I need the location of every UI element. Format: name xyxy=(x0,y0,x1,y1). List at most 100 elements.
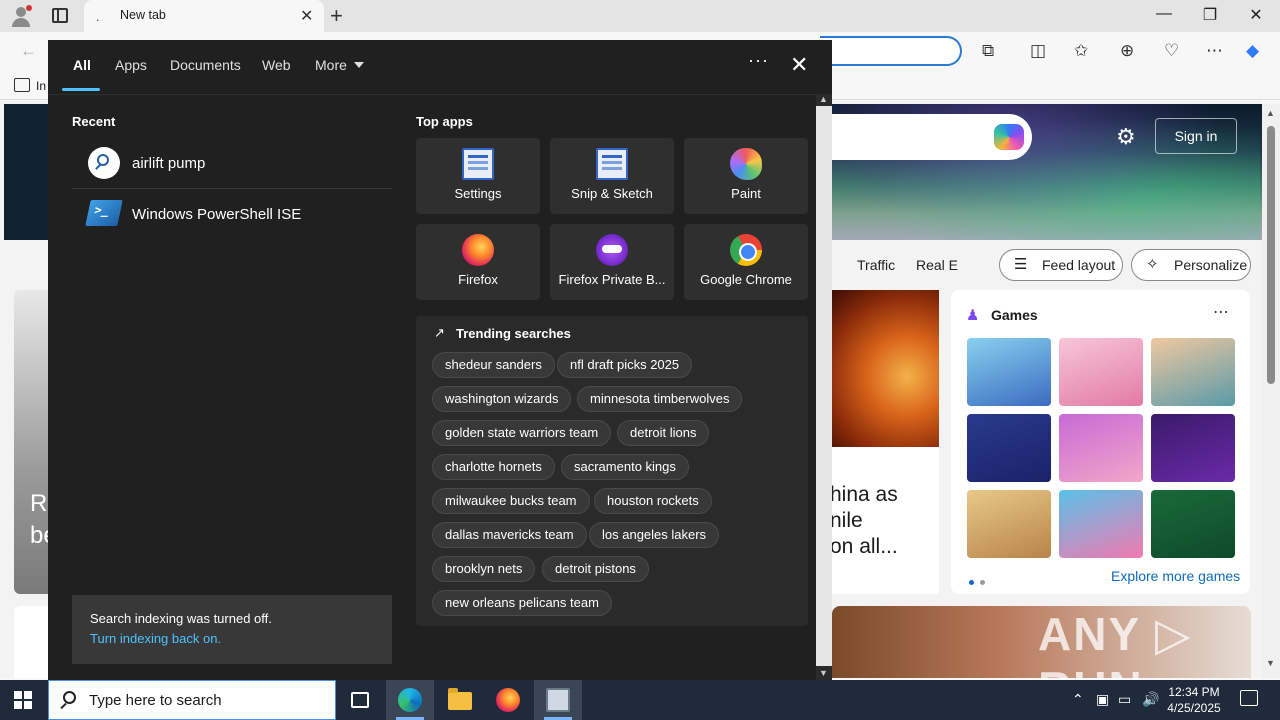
trending-chip[interactable]: dallas mavericks team xyxy=(432,522,587,548)
news-headline[interactable]: hina as nile on all... xyxy=(830,482,938,560)
more-options-icon[interactable]: ··· xyxy=(748,50,769,71)
browser-essentials-icon[interactable]: ♡ xyxy=(1164,41,1179,61)
network-icon[interactable]: ▭ xyxy=(1118,691,1131,708)
scroll-down-icon[interactable]: ▼ xyxy=(819,668,828,678)
close-icon[interactable]: ✕ xyxy=(790,52,808,78)
turn-indexing-on-link[interactable]: Turn indexing back on. xyxy=(90,631,221,646)
page-scrollbar[interactable]: ▲ ▼ xyxy=(1262,104,1280,678)
notification-center-icon[interactable] xyxy=(1240,690,1258,706)
app-tile-firefox[interactable]: Firefox xyxy=(416,224,540,300)
app-tile-snip-sketch[interactable]: Snip & Sketch xyxy=(550,138,674,214)
trending-chip[interactable]: shedeur sanders xyxy=(432,352,555,378)
split-screen-icon[interactable]: ◫ xyxy=(1030,41,1046,61)
game-tile[interactable] xyxy=(967,414,1051,482)
tab-all[interactable]: All xyxy=(73,57,91,73)
show-hidden-icons-chevron-icon[interactable]: ⌃ xyxy=(1072,691,1084,708)
scroll-up-icon[interactable]: ▲ xyxy=(819,94,828,104)
trending-chip[interactable]: brooklyn nets xyxy=(432,556,536,582)
import-favorites-icon[interactable] xyxy=(14,78,30,92)
trending-chip[interactable]: milwaukee bucks team xyxy=(432,488,590,514)
system-clock[interactable]: 12:34 PM 4/25/2025 xyxy=(1164,684,1224,716)
minimize-button[interactable]: — xyxy=(1141,5,1187,23)
game-tile[interactable] xyxy=(1151,338,1235,406)
scroll-up-icon[interactable]: ▲ xyxy=(1266,108,1275,118)
trending-chip[interactable]: los angeles lakers xyxy=(589,522,720,548)
browser-tab-new-tab[interactable]: . New tab ✕ xyxy=(84,0,324,32)
trending-chip[interactable]: charlotte hornets xyxy=(432,454,555,480)
taskbar-firefox[interactable] xyxy=(484,680,532,720)
back-icon[interactable]: ← xyxy=(20,41,37,61)
game-tile[interactable] xyxy=(967,338,1051,406)
panel-scrollbar[interactable]: ▲ ▼ xyxy=(816,94,832,680)
clock-date: 4/25/2025 xyxy=(1167,701,1221,715)
restore-button[interactable]: ❐ xyxy=(1187,5,1233,25)
tab-apps[interactable]: Apps xyxy=(115,57,147,73)
trending-chip[interactable]: new orleans pelicans team xyxy=(432,590,612,616)
app-tile-firefox-private[interactable]: Firefox Private B... xyxy=(550,224,674,300)
scrollbar-track[interactable] xyxy=(816,106,832,666)
taskbar-edge[interactable] xyxy=(386,680,434,720)
favorites-icon[interactable]: ✩ xyxy=(1074,41,1088,61)
game-tile[interactable] xyxy=(1059,414,1143,482)
profile-icon[interactable] xyxy=(10,5,32,27)
app-tile-settings[interactable]: Settings xyxy=(416,138,540,214)
copilot-icon[interactable]: ◆ xyxy=(1246,41,1259,61)
scroll-down-icon[interactable]: ▼ xyxy=(1266,658,1275,668)
game-tile[interactable] xyxy=(1151,490,1235,558)
tab-actions-icon[interactable] xyxy=(52,8,68,23)
nav-item-traffic[interactable]: Traffic xyxy=(857,257,895,273)
explore-more-games-link[interactable]: Explore more games xyxy=(1111,568,1240,584)
taskbar-file-explorer[interactable] xyxy=(436,680,484,720)
recent-item-search[interactable]: airlift pump xyxy=(72,139,392,189)
tab-more[interactable]: More xyxy=(315,57,364,73)
games-more-options-icon[interactable]: ⋯ xyxy=(1213,302,1229,322)
trending-chip[interactable]: houston rockets xyxy=(594,488,712,514)
page-settings-gear-icon[interactable]: ⚙ xyxy=(1116,124,1136,150)
app-tile-paint[interactable]: Paint xyxy=(684,138,808,214)
games-icon: ♟ xyxy=(966,307,980,324)
game-tile[interactable] xyxy=(1151,414,1235,482)
volume-icon[interactable]: 🔊 xyxy=(1142,691,1159,708)
sign-in-button[interactable]: Sign in xyxy=(1155,118,1237,154)
personalize-button[interactable]: ✧ Personalize xyxy=(1131,249,1251,281)
tab-documents[interactable]: Documents xyxy=(170,57,241,73)
news-image[interactable] xyxy=(832,290,939,447)
extensions-icon[interactable]: ⧉ xyxy=(982,41,994,61)
tab-web[interactable]: Web xyxy=(262,57,291,73)
scrollbar-thumb[interactable] xyxy=(1267,126,1275,384)
taskbar-search-box[interactable]: Type here to search xyxy=(48,680,336,720)
address-bar[interactable] xyxy=(820,36,962,66)
game-tile[interactable] xyxy=(1059,338,1143,406)
close-tab-icon[interactable]: ✕ xyxy=(300,6,313,26)
trending-chip[interactable]: nfl draft picks 2025 xyxy=(557,352,693,378)
trending-chip[interactable]: minnesota timberwolves xyxy=(577,386,743,412)
feed-layout-button[interactable]: ☰ Feed layout xyxy=(999,249,1123,281)
taskbar: Type here to search ⌃ ▣ ▭ 🔊 12:34 PM 4/2… xyxy=(0,680,1280,720)
game-tile[interactable] xyxy=(967,490,1051,558)
trending-chip[interactable]: sacramento kings xyxy=(561,454,689,480)
edge-icon xyxy=(398,688,422,712)
collections-icon[interactable]: ⊕ xyxy=(1120,41,1134,61)
firefox-icon xyxy=(496,688,520,712)
trending-chip[interactable]: detroit lions xyxy=(617,420,710,446)
game-tile[interactable] xyxy=(1059,490,1143,558)
trending-chip[interactable]: golden state warriors team xyxy=(432,420,612,446)
trending-chip[interactable]: washington wizards xyxy=(432,386,572,412)
start-button[interactable] xyxy=(14,691,32,709)
settings-menu-icon[interactable]: ⋯ xyxy=(1206,41,1223,61)
recent-item-powershell-ise[interactable]: Windows PowerShell ISE xyxy=(72,190,392,240)
trending-chip[interactable]: detroit pistons xyxy=(542,556,649,582)
left-bottom-card[interactable] xyxy=(14,606,48,678)
copilot-logo-icon[interactable] xyxy=(994,124,1024,150)
taskbar-control-panel[interactable] xyxy=(534,680,582,720)
nav-item-real-estate[interactable]: Real E xyxy=(916,257,958,273)
indexing-notice: Search indexing was turned off. Turn ind… xyxy=(72,595,392,664)
app-tile-google-chrome[interactable]: Google Chrome xyxy=(684,224,808,300)
new-tab-button[interactable]: + xyxy=(330,3,343,29)
import-favorites-link[interactable]: In xyxy=(36,79,46,93)
browser-tab-bar: . New tab ✕ + — ❐ ✕ xyxy=(0,0,1280,32)
close-window-button[interactable]: ✕ xyxy=(1233,5,1279,25)
task-view-button[interactable] xyxy=(336,680,384,720)
carousel-dots[interactable] xyxy=(969,573,991,588)
device-icon[interactable]: ▣ xyxy=(1096,691,1109,708)
